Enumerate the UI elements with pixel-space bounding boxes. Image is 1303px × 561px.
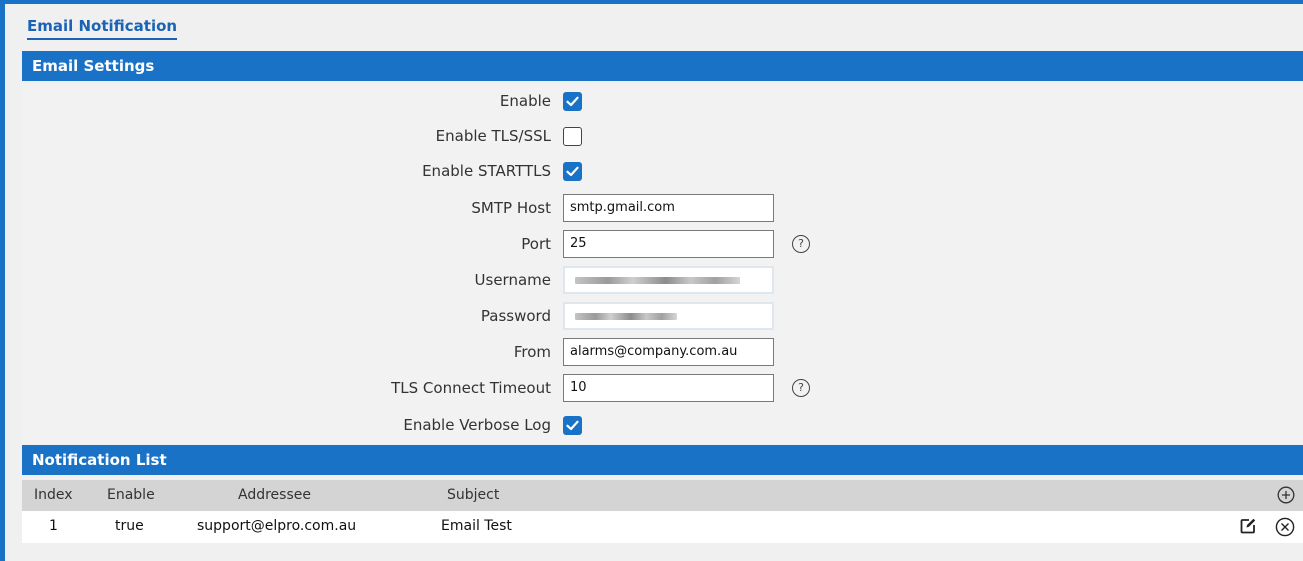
- app-frame: Email Notification Email Settings Enable…: [0, 0, 1303, 561]
- column-header-index: Index: [34, 487, 73, 503]
- from-row: From alarms@company.com.au: [22, 337, 1303, 367]
- enable-checkbox[interactable]: [563, 91, 582, 111]
- tls-connect-timeout-row: TLS Connect Timeout 10 ?: [22, 373, 1303, 403]
- enable-label: Enable: [499, 92, 551, 110]
- check-icon: [566, 166, 579, 176]
- notification-table-header: Index Enable Addressee Subject: [22, 480, 1303, 511]
- port-input[interactable]: 25: [563, 230, 774, 258]
- username-row: Username: [22, 265, 1303, 295]
- table-row[interactable]: 1 true support@elpro.com.au Email Test: [22, 511, 1303, 543]
- enable-starttls-row: Enable STARTTLS: [22, 156, 1303, 186]
- enable-tls-ssl-checkbox[interactable]: [563, 126, 582, 146]
- enable-tls-ssl-label: Enable TLS/SSL: [435, 127, 551, 145]
- column-header-enable: Enable: [107, 487, 155, 503]
- email-settings-panel: Enable Enable TLS/SSL Enable STARTTLS SM: [22, 86, 1303, 444]
- password-input[interactable]: [563, 302, 774, 330]
- row-enable: true: [115, 518, 144, 534]
- port-row: Port 25 ?: [22, 229, 1303, 259]
- enable-starttls-checkbox[interactable]: [563, 161, 582, 181]
- column-header-subject: Subject: [447, 487, 500, 503]
- tls-connect-timeout-input[interactable]: 10: [563, 374, 774, 402]
- enable-tls-ssl-row: Enable TLS/SSL: [22, 121, 1303, 151]
- add-circle-icon[interactable]: [1276, 485, 1296, 505]
- edit-icon[interactable]: [1238, 516, 1258, 536]
- page-title[interactable]: Email Notification: [27, 17, 178, 40]
- username-label: Username: [474, 271, 551, 289]
- smtp-host-label: SMTP Host: [471, 199, 551, 217]
- enable-row: Enable: [22, 86, 1303, 116]
- enable-verbose-log-row: Enable Verbose Log: [22, 410, 1303, 440]
- enable-starttls-label: Enable STARTTLS: [422, 162, 551, 180]
- enable-verbose-log-checkbox[interactable]: [563, 415, 582, 435]
- row-addressee: support@elpro.com.au: [197, 518, 357, 534]
- row-subject: Email Test: [441, 518, 512, 534]
- obscured-value: [575, 276, 740, 284]
- smtp-host-row: SMTP Host smtp.gmail.com: [22, 193, 1303, 223]
- from-input[interactable]: alarms@company.com.au: [563, 338, 774, 366]
- row-index: 1: [49, 518, 58, 534]
- delete-circle-icon[interactable]: [1274, 516, 1296, 538]
- smtp-host-input[interactable]: smtp.gmail.com: [563, 194, 774, 222]
- username-input[interactable]: [563, 266, 774, 294]
- port-label: Port: [521, 235, 551, 253]
- enable-verbose-log-label: Enable Verbose Log: [403, 416, 551, 434]
- column-header-addressee: Addressee: [238, 487, 311, 503]
- question-circle-icon[interactable]: ?: [792, 379, 810, 397]
- from-label: From: [513, 343, 551, 361]
- obscured-value: [575, 312, 677, 320]
- question-circle-icon[interactable]: ?: [792, 235, 810, 253]
- check-icon: [566, 96, 579, 106]
- password-label: Password: [480, 307, 551, 325]
- password-row: Password: [22, 301, 1303, 331]
- notification-list-header: Notification List: [22, 445, 1303, 475]
- tls-connect-timeout-label: TLS Connect Timeout: [391, 379, 551, 397]
- email-settings-header: Email Settings: [22, 51, 1303, 81]
- check-icon: [566, 420, 579, 430]
